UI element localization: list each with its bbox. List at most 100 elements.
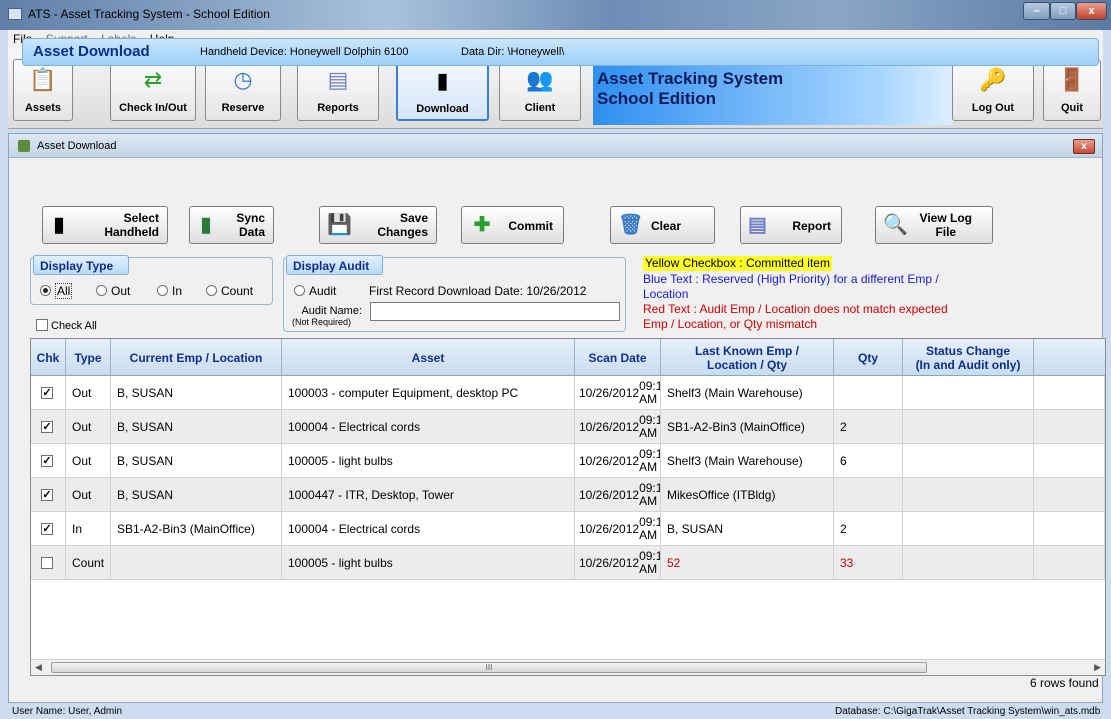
display-count-radio[interactable]: Count xyxy=(206,284,253,298)
close-button[interactable]: x xyxy=(1076,2,1107,20)
row-type: Out xyxy=(66,376,111,410)
checkbox-icon[interactable] xyxy=(41,557,53,569)
checkbox-checked-icon[interactable]: ✓ xyxy=(41,523,53,535)
row-filler xyxy=(1034,546,1105,580)
printer-icon: ▤ xyxy=(748,214,767,236)
audit-radio[interactable]: Audit xyxy=(294,284,336,298)
row-status-change xyxy=(903,546,1034,580)
log-out-button[interactable]: 🔑 Log Out xyxy=(952,59,1034,121)
child-title: Asset Download xyxy=(37,140,117,152)
col-header-last-known[interactable]: Last Known Emp / Location / Qty xyxy=(661,339,834,376)
status-database: Database: C:\GigaTrak\Asset Tracking Sys… xyxy=(835,706,1101,717)
rows-found-count: 6 rows found xyxy=(1030,676,1099,690)
check-all-checkbox[interactable]: Check All xyxy=(36,318,97,332)
save-disk-icon: 💾 xyxy=(327,214,352,236)
checkbox-checked-icon[interactable]: ✓ xyxy=(41,489,53,501)
clear-button[interactable]: 🗑 Clear xyxy=(610,206,715,244)
audit-name-input[interactable] xyxy=(370,302,620,321)
row-checkbox-cell[interactable]: ✓ xyxy=(31,376,66,410)
assets-label: Assets xyxy=(24,102,62,114)
row-checkbox-cell[interactable]: ✓ xyxy=(31,410,66,444)
commit-button[interactable]: ✚ Commit xyxy=(461,206,564,244)
col-header-status-line-1: Status Change xyxy=(925,343,1010,358)
row-asset: 100005 - light bulbs xyxy=(282,546,575,580)
row-checkbox-cell[interactable]: ✓ xyxy=(31,444,66,478)
scroll-left-icon[interactable]: ◀ xyxy=(35,662,42,673)
row-scan-date: 10/26/201209:12:34 AM xyxy=(575,512,661,546)
row-current-location: B, SUSAN xyxy=(111,444,282,478)
row-qty xyxy=(834,478,903,512)
key-icon: 🔑 xyxy=(979,67,1007,92)
display-in-label: In xyxy=(172,284,183,298)
col-header-last-line-1: Last Known Emp / xyxy=(694,343,799,358)
table-row[interactable]: ✓ Out B, SUSAN 100005 - light bulbs 10/26/20… xyxy=(31,444,1105,478)
row-scan-date-day: 10/26/2012 xyxy=(579,453,640,468)
table-row[interactable]: ✓ Out B, SUSAN 100004 - Electrical cords 10/… xyxy=(31,410,1105,444)
row-last-known: SB1-A2-Bin3 (MainOffice) xyxy=(661,410,834,444)
col-header-type[interactable]: Type xyxy=(66,339,111,376)
row-status-change xyxy=(903,376,1034,410)
col-header-asset[interactable]: Asset xyxy=(282,339,575,376)
row-last-known: MikesOffice (ITBldg) xyxy=(661,478,834,512)
row-scan-date: 10/26/201209:11:57 AM xyxy=(575,478,661,512)
scroll-right-icon[interactable]: ▶ xyxy=(1094,662,1101,673)
select-handheld-button[interactable]: ▮ Select Handheld xyxy=(42,206,168,244)
col-header-qty[interactable]: Qty xyxy=(834,339,903,376)
view-log-label: View Log File xyxy=(920,211,972,239)
row-asset: 100003 - computer Equipment, desktop PC xyxy=(282,376,575,410)
window-title: ATS - Asset Tracking System - School Edi… xyxy=(28,7,270,21)
row-type: Out xyxy=(66,444,111,478)
audit-name-labels: Audit Name: (Not Required) xyxy=(292,306,362,328)
row-scan-date: 10/26/201209:11:50 AM xyxy=(575,444,661,478)
minimize-button[interactable]: – xyxy=(1023,2,1050,20)
child-close-button[interactable]: x xyxy=(1073,139,1095,154)
row-checkbox-cell[interactable]: ✓ xyxy=(31,512,66,546)
banner-line-2: School Edition xyxy=(597,89,716,108)
row-type: Out xyxy=(66,410,111,444)
table-row[interactable]: ✓ In SB1-A2-Bin3 (MainOffice) 100004 - Elec… xyxy=(31,512,1105,546)
reports-button[interactable]: ▤ Reports xyxy=(297,59,379,121)
col-header-status-change[interactable]: Status Change (In and Audit only) xyxy=(903,339,1034,376)
save-changes-button[interactable]: 💾 Save Changes xyxy=(319,206,437,244)
add-plus-icon: ✚ xyxy=(473,214,491,236)
assets-button[interactable]: 📋 Assets xyxy=(13,59,73,121)
download-button[interactable]: ▮ Download xyxy=(396,59,489,121)
radio-icon xyxy=(96,285,107,296)
display-out-radio[interactable]: Out xyxy=(96,284,130,298)
checkbox-checked-icon[interactable]: ✓ xyxy=(41,387,53,399)
reserve-button[interactable]: ◷ Reserve xyxy=(205,59,281,121)
row-current-location xyxy=(111,546,282,580)
row-checkbox-cell[interactable] xyxy=(31,546,66,580)
row-scan-date-day: 10/26/2012 xyxy=(579,419,640,434)
report-button[interactable]: ▤ Report xyxy=(740,206,842,244)
maximize-button[interactable]: □ xyxy=(1050,2,1076,20)
sync-handheld-icon: ▮ xyxy=(200,214,212,236)
col-header-chk[interactable]: Chk xyxy=(31,339,66,376)
row-filler xyxy=(1034,444,1105,478)
check-in-out-button[interactable]: ⇄ Check In/Out xyxy=(110,59,196,121)
view-log-file-button[interactable]: 🔍 View Log File xyxy=(875,206,993,244)
audit-label: Audit xyxy=(309,284,337,298)
display-in-radio[interactable]: In xyxy=(157,284,182,298)
table-row[interactable]: ✓ Out B, SUSAN 1000447 - ITR, Desktop, Towe… xyxy=(31,478,1105,512)
col-header-current[interactable]: Current Emp / Location xyxy=(111,339,282,376)
col-header-scan-date[interactable]: Scan Date xyxy=(575,339,661,376)
legend-yellow: Yellow Checkbox : Committed item xyxy=(643,256,832,271)
legend-blue-line-2: Location xyxy=(643,287,689,301)
scroll-thumb[interactable]: III xyxy=(51,662,927,673)
horizontal-scrollbar[interactable]: ◀ III ▶ xyxy=(31,659,1105,675)
table-row[interactable]: ✓ Out B, SUSAN 100003 - computer Equipment,… xyxy=(31,376,1105,410)
row-last-known: Shelf3 (Main Warehouse) xyxy=(661,376,834,410)
client-button[interactable]: 👥 Client xyxy=(499,59,581,121)
quit-button[interactable]: 🚪 Quit xyxy=(1043,59,1101,121)
display-all-radio[interactable]: All xyxy=(40,283,73,299)
display-out-label: Out xyxy=(111,284,131,298)
row-checkbox-cell[interactable]: ✓ xyxy=(31,478,66,512)
row-scan-date-time: 09:12:44 AM xyxy=(639,549,661,576)
sync-data-button[interactable]: ▮ Sync Data xyxy=(189,206,274,244)
checkbox-checked-icon[interactable]: ✓ xyxy=(41,455,53,467)
table-row[interactable]: Count100005 - light bulbs10/26/201209:12… xyxy=(31,546,1105,580)
download-label: Download xyxy=(416,103,469,115)
assets-icon: 📋 xyxy=(29,67,57,92)
checkbox-checked-icon[interactable]: ✓ xyxy=(41,421,53,433)
